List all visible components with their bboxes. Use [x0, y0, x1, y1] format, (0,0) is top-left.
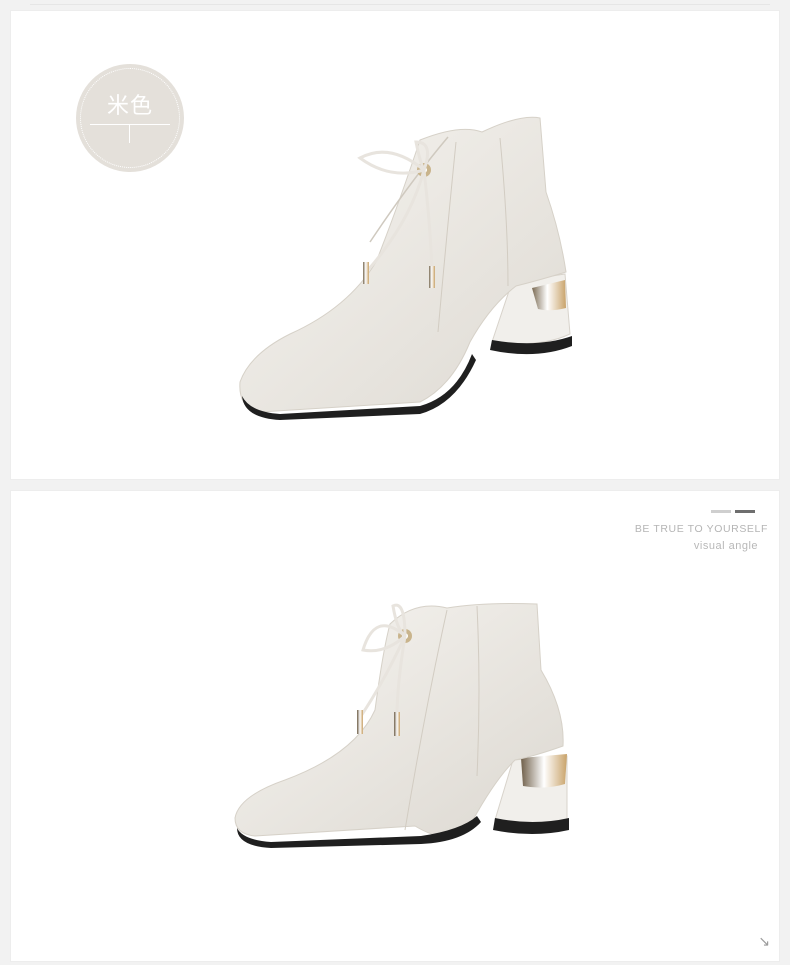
badge-tick — [129, 125, 130, 143]
caption-tagline: BE TRUE TO YOURSELF — [634, 523, 768, 535]
color-label: 米色 — [106, 94, 153, 119]
top-divider — [30, 0, 770, 5]
caption-dash-dark — [735, 510, 755, 513]
boot-image-side — [239, 116, 572, 420]
boot-image-angle — [234, 603, 569, 848]
color-badge: 米色 — [76, 64, 184, 172]
badge-divider — [90, 124, 170, 125]
caption-dash-light — [711, 510, 731, 513]
arrow-down-right-icon: ↘ — [758, 933, 770, 949]
product-image-panel-1: 米色 — [10, 10, 780, 480]
caption-subline: visual angle — [693, 540, 758, 552]
product-image-panel-2: BE TRUE TO YOURSELF visual angle ↘ — [10, 490, 780, 962]
